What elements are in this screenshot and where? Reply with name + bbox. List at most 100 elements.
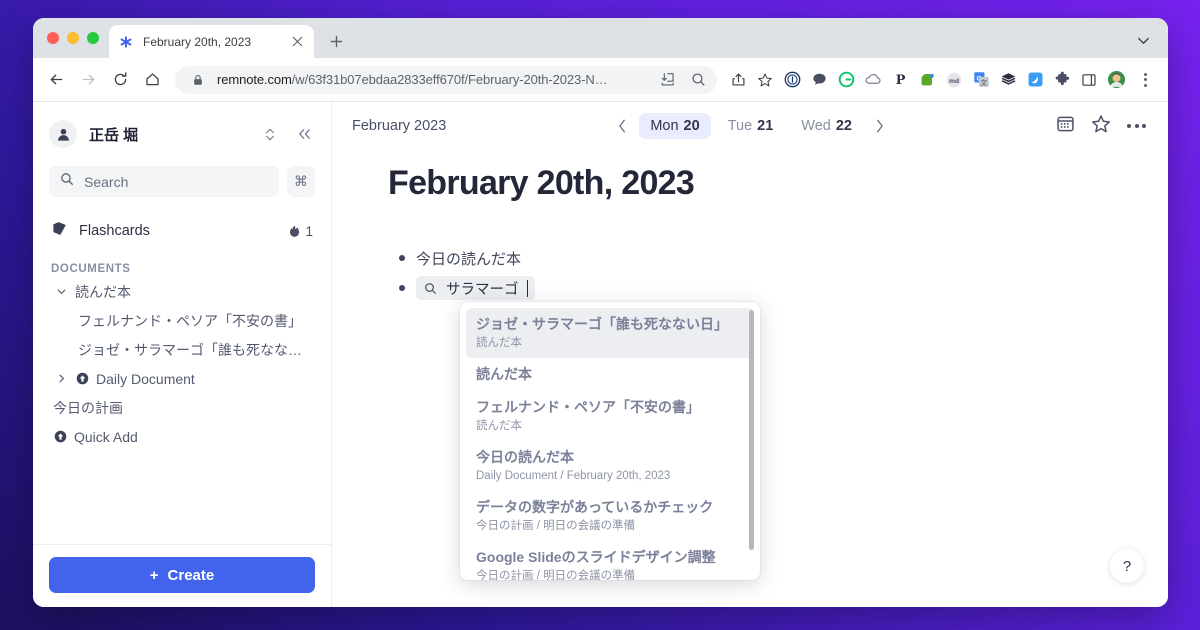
extension-toolbar: P md G文 bbox=[725, 67, 1158, 93]
extensions-puzzle-icon[interactable] bbox=[1049, 67, 1075, 93]
forward-button[interactable] bbox=[73, 65, 103, 95]
browser-window: February 20th, 2023 remnote.com/w/63f31b… bbox=[33, 18, 1168, 607]
browser-tab-title: February 20th, 2023 bbox=[143, 34, 252, 49]
day-name: Wed bbox=[801, 118, 831, 134]
autocomplete-item-breadcrumb: 読んだ本 bbox=[476, 336, 522, 349]
main-header-actions bbox=[1056, 114, 1146, 139]
cloud-extension-icon[interactable] bbox=[860, 67, 886, 93]
chevron-down-icon[interactable] bbox=[53, 286, 69, 297]
markdownload-extension-icon[interactable]: md bbox=[941, 67, 967, 93]
day-name: Mon bbox=[650, 118, 679, 134]
sidebar-item-daily-document[interactable]: Daily Document bbox=[49, 364, 315, 393]
minimize-window-button[interactable] bbox=[67, 32, 79, 44]
inline-search-value: サラマーゴ bbox=[446, 281, 519, 298]
bullet-point-icon bbox=[399, 285, 405, 291]
autocomplete-item-title: 今日の読んだ本 bbox=[476, 448, 574, 465]
day-chip-mon-20[interactable]: Mon 20 bbox=[639, 113, 711, 139]
account-switcher-icon[interactable] bbox=[259, 123, 281, 145]
flashcards-label: Flashcards bbox=[79, 223, 150, 239]
autocomplete-item[interactable]: 今日の読んだ本 Daily Document / February 20th, … bbox=[466, 441, 754, 491]
autocomplete-item[interactable]: ジョゼ・サラマーゴ「誰も死なない日」 読んだ本 bbox=[466, 308, 754, 358]
bookmark-star-icon[interactable] bbox=[752, 67, 778, 93]
calendar-icon[interactable] bbox=[1056, 114, 1075, 138]
address-bar[interactable]: remnote.com/w/63f31b07ebdaa2833eff670f/F… bbox=[175, 65, 717, 94]
autocomplete-item[interactable]: 読んだ本 bbox=[466, 358, 754, 391]
bullet-point-icon bbox=[399, 255, 405, 261]
collapse-sidebar-icon[interactable] bbox=[293, 123, 315, 145]
sidebar-item-read-books[interactable]: 読んだ本 bbox=[49, 277, 315, 306]
document-arrow-icon bbox=[53, 430, 68, 443]
day-chip-tue-21[interactable]: Tue 21 bbox=[717, 113, 785, 139]
search-input[interactable]: Search bbox=[49, 166, 279, 197]
browser-tab[interactable]: February 20th, 2023 bbox=[109, 25, 314, 58]
close-window-button[interactable] bbox=[47, 32, 59, 44]
home-button[interactable] bbox=[137, 65, 167, 95]
search-icon bbox=[424, 282, 437, 295]
streak-count: 1 bbox=[305, 223, 313, 239]
autocomplete-item[interactable]: フェルナンド・ペソア「不安の書」 読んだ本 bbox=[466, 391, 754, 441]
1password-extension-icon[interactable] bbox=[779, 67, 805, 93]
sidebar-search-row: Search ⌘ bbox=[49, 166, 315, 197]
chevron-right-icon[interactable] bbox=[53, 373, 69, 384]
autocomplete-scrollbar[interactable] bbox=[749, 310, 754, 550]
day-navigator: Mon 20 Tue 21 Wed 22 bbox=[446, 113, 1056, 139]
day-number: 20 bbox=[683, 118, 700, 134]
side-panel-icon[interactable] bbox=[1076, 67, 1102, 93]
chat-bubble-extension-icon[interactable] bbox=[806, 67, 832, 93]
document-bullets: 今日の読んだ本 サラマーゴ bbox=[332, 203, 1168, 303]
sidebar-item-saramago[interactable]: ジョゼ・サラマーゴ「誰も死なない… bbox=[49, 335, 315, 364]
avatar bbox=[49, 120, 77, 148]
autocomplete-item[interactable]: データの数字があっているかチェック 今日の計画 / 明日の会議の準備 bbox=[466, 491, 754, 541]
search-placeholder: Search bbox=[84, 173, 129, 190]
sidebar-item-pessoa[interactable]: フェルナンド・ペソア「不安の書」 bbox=[49, 306, 315, 335]
autocomplete-item-title: ジョゼ・サラマーゴ「誰も死なない日」 bbox=[476, 316, 728, 332]
autocomplete-item-title: 読んだ本 bbox=[476, 365, 532, 382]
zoom-search-icon[interactable] bbox=[687, 69, 709, 91]
sidebar-item-today-plan[interactable]: 今日の計画 bbox=[49, 393, 315, 422]
previous-day-button[interactable] bbox=[611, 115, 633, 137]
grammarly-extension-icon[interactable] bbox=[833, 67, 859, 93]
create-button[interactable]: + Create bbox=[49, 557, 315, 593]
sidebar-item-flashcards[interactable]: Flashcards 1 bbox=[49, 213, 315, 249]
app-body: 正岳 堀 Search ⌘ Flashcards 1 DOCUMENTS 読んだ… bbox=[33, 102, 1168, 607]
bluebird-extension-icon[interactable] bbox=[1022, 67, 1048, 93]
help-button[interactable]: ? bbox=[1110, 549, 1144, 583]
sidebar-section-documents: DOCUMENTS bbox=[51, 263, 131, 275]
svg-text:md: md bbox=[949, 77, 959, 84]
next-day-button[interactable] bbox=[869, 115, 891, 137]
address-bar-url: remnote.com/w/63f31b07ebdaa2833eff670f/F… bbox=[217, 72, 608, 87]
sidebar-user-row[interactable]: 正岳 堀 bbox=[49, 102, 315, 158]
autocomplete-item[interactable]: Google Slideのスライドデザイン調整 今日の計画 / 明日の会議の準備 bbox=[466, 541, 754, 580]
autocomplete-item-breadcrumb: 今日の計画 / 明日の会議の準備 bbox=[476, 519, 636, 532]
sidebar-footer: + Create bbox=[33, 544, 331, 607]
browser-toolbar: remnote.com/w/63f31b07ebdaa2833eff670f/F… bbox=[33, 58, 1168, 102]
close-tab-icon[interactable] bbox=[289, 34, 305, 50]
reload-button[interactable] bbox=[105, 65, 135, 95]
sidebar-item-label: フェルナンド・ペソア「不安の書」 bbox=[78, 312, 302, 329]
maximize-window-button[interactable] bbox=[87, 32, 99, 44]
bullet-row-search[interactable]: サラマーゴ bbox=[394, 273, 1168, 303]
evernote-extension-icon[interactable] bbox=[914, 67, 940, 93]
sidebar-item-label: 読んだ本 bbox=[75, 283, 131, 300]
bullet-row[interactable]: 今日の読んだ本 bbox=[394, 243, 1168, 273]
search-shortcut-key[interactable]: ⌘ bbox=[287, 166, 315, 197]
sidebar-item-quick-add[interactable]: Quick Add bbox=[49, 422, 315, 451]
flame-icon bbox=[290, 225, 300, 237]
google-translate-extension-icon[interactable]: G文 bbox=[968, 67, 994, 93]
tab-list-chevron-down-icon[interactable] bbox=[1132, 29, 1154, 51]
new-tab-button[interactable] bbox=[322, 27, 350, 55]
install-app-icon[interactable] bbox=[657, 69, 679, 91]
browser-menu-icon[interactable] bbox=[1132, 67, 1158, 93]
pocket-extension-icon[interactable]: P bbox=[887, 67, 913, 93]
more-options-icon[interactable] bbox=[1127, 124, 1146, 128]
star-icon[interactable] bbox=[1091, 114, 1111, 139]
svg-text:文: 文 bbox=[980, 78, 987, 87]
svg-text:P: P bbox=[895, 73, 905, 88]
back-button[interactable] bbox=[41, 65, 71, 95]
profile-avatar[interactable] bbox=[1103, 67, 1129, 93]
inline-reference-search-input[interactable]: サラマーゴ bbox=[416, 276, 535, 300]
main-header: February 2023 Mon 20 Tue 21 Wed 22 bbox=[332, 102, 1168, 150]
share-icon[interactable] bbox=[725, 67, 751, 93]
day-chip-wed-22[interactable]: Wed 22 bbox=[790, 113, 863, 139]
layers-extension-icon[interactable] bbox=[995, 67, 1021, 93]
